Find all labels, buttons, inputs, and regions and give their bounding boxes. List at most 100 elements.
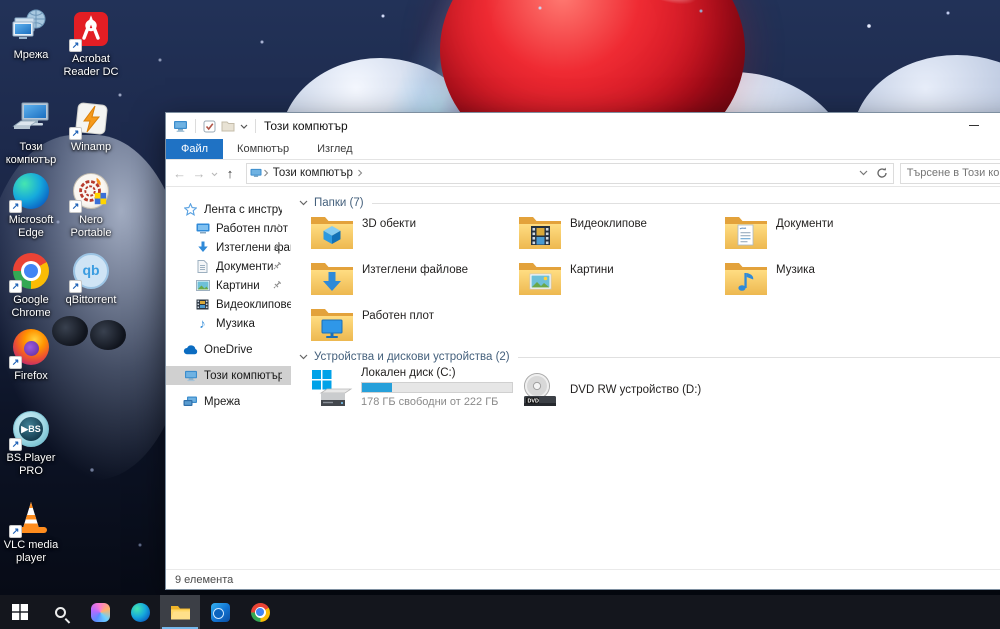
- folder-icon-pictures: [517, 259, 563, 301]
- desktop-icon-chrome[interactable]: ↗ Google Chrome: [0, 252, 62, 320]
- shortcut-arrow-icon: ↗: [9, 200, 22, 213]
- navigation-pane: Лента с инструменти Работен плот Изтегле…: [166, 187, 291, 569]
- search-box[interactable]: [899, 162, 1000, 184]
- desktop-icon-acrobat[interactable]: ↗ Acrobat Reader DC: [60, 10, 122, 79]
- shortcut-arrow-icon: ↗: [69, 39, 82, 52]
- collapse-chevron-icon[interactable]: [299, 200, 308, 206]
- sidebar-item-videos[interactable]: Видеоклипове: [166, 295, 291, 314]
- title-bar[interactable]: Този компютър: [166, 113, 1000, 139]
- desktop-icon-nero[interactable]: ↗ Nero Portable: [60, 172, 122, 240]
- breadcrumb-this-pc[interactable]: Този компютър: [269, 167, 357, 179]
- this-pc-icon: [250, 168, 262, 177]
- folder-tile-desktop[interactable]: Работен плот: [309, 305, 509, 347]
- sidebar-item-downloads[interactable]: Изтеглени файл: [166, 238, 291, 257]
- folder-tile-videos[interactable]: Видеоклипове: [517, 213, 717, 255]
- minimize-button[interactable]: [959, 113, 989, 138]
- desktop-icon-label: qBittorrent: [65, 294, 117, 306]
- drive-name: Локален диск (C:): [361, 367, 456, 379]
- this-pc-icon: [174, 120, 187, 132]
- search-icon: [54, 606, 66, 618]
- folder-tile-pictures[interactable]: Картини: [517, 259, 717, 301]
- taskbar: [0, 595, 1000, 629]
- ribbon-tabs: Файл Компютър Изглед: [166, 139, 1000, 160]
- folder-label: Документи: [776, 218, 834, 230]
- toolbar-separator: [195, 119, 196, 133]
- sidebar-item-quick-access[interactable]: Лента с инструменти: [166, 200, 291, 219]
- taskbar-search-button[interactable]: [40, 595, 80, 629]
- breadcrumb-chevron-icon[interactable]: [357, 169, 363, 177]
- desktop-icon-label: BS.Player PRO: [6, 452, 56, 477]
- sidebar-item-documents[interactable]: Документи: [166, 257, 291, 276]
- desktop-icon-vlc[interactable]: ↗ VLC media player: [0, 498, 62, 565]
- folder-icon-music: [723, 259, 769, 301]
- sidebar-item-label: Този компютър: [204, 369, 282, 382]
- desktop-folder-icon: [195, 221, 210, 236]
- group-header-label: Папки (7): [314, 197, 364, 209]
- tab-file[interactable]: Файл: [166, 139, 224, 159]
- folder-label: 3D обекти: [362, 218, 416, 230]
- collapse-chevron-icon[interactable]: [299, 354, 308, 360]
- address-bar[interactable]: Този компютър: [245, 162, 894, 184]
- group-header-devices[interactable]: Устройства и дискови устройства (2): [299, 351, 1000, 363]
- google-chrome-icon: ↗: [9, 253, 50, 293]
- pin-icon: [272, 242, 282, 255]
- downloads-icon: [195, 240, 210, 255]
- taskbar-file-explorer-button[interactable]: [160, 595, 200, 629]
- properties-checkbox-icon[interactable]: [203, 120, 216, 133]
- tab-view[interactable]: Изглед: [303, 139, 366, 159]
- tab-computer[interactable]: Компютър: [223, 139, 303, 159]
- refresh-icon[interactable]: [876, 167, 888, 179]
- forward-button[interactable]: →: [189, 166, 208, 181]
- sidebar-item-label: Документи: [216, 260, 274, 273]
- shortcut-arrow-icon: ↗: [69, 200, 82, 213]
- sidebar-item-network[interactable]: Мрежа: [166, 392, 291, 411]
- drive-tile-dvd-rw[interactable]: DVD DVD RW устройство (D:): [517, 371, 722, 418]
- taskbar-copilot-button[interactable]: [80, 595, 120, 629]
- sidebar-item-this-pc[interactable]: Този компютър: [166, 366, 291, 385]
- sidebar-item-label: Лента с инструменти: [204, 203, 282, 216]
- sidebar-item-label: Мрежа: [204, 395, 241, 408]
- search-input[interactable]: [900, 167, 1000, 179]
- up-button[interactable]: ↑: [220, 166, 239, 181]
- taskbar-edge-button[interactable]: [120, 595, 160, 629]
- shortcut-arrow-icon: ↗: [69, 280, 82, 293]
- sidebar-item-label: Видеоклипове: [216, 298, 291, 311]
- desktop-icon-label: Winamp: [70, 141, 112, 153]
- address-dropdown-chevron-icon[interactable]: [859, 170, 868, 176]
- maximize-button[interactable]: [989, 113, 1000, 138]
- taskbar-chrome-button[interactable]: [240, 595, 280, 629]
- folder-tile-downloads[interactable]: Изтеглени файлове: [309, 259, 509, 301]
- back-button[interactable]: ←: [170, 166, 189, 181]
- new-folder-icon[interactable]: [221, 120, 235, 132]
- folder-label: Изтеглени файлове: [362, 264, 468, 276]
- item-count: 9 елемента: [175, 573, 234, 586]
- file-explorer-icon: [170, 605, 190, 619]
- taskbar-outlook-button[interactable]: [200, 595, 240, 629]
- desktop-icon-this-pc[interactable]: Този компютър: [0, 100, 62, 167]
- folder-tile-music[interactable]: Музика: [723, 259, 923, 301]
- folder-tile-documents[interactable]: Документи: [723, 213, 923, 255]
- desktop-icon-winamp[interactable]: ↗ Winamp: [60, 100, 122, 154]
- this-pc-icon: [183, 368, 198, 383]
- desktop-icon-network[interactable]: Мрежа: [0, 8, 62, 62]
- start-button[interactable]: [0, 595, 40, 629]
- desktop-icon-qbittorrent[interactable]: qb ↗ qBittorrent: [60, 252, 122, 307]
- group-header-folders[interactable]: Папки (7): [299, 197, 1000, 209]
- sidebar-item-pictures[interactable]: Картини: [166, 276, 291, 295]
- quick-access-toolbar: [166, 119, 258, 133]
- desktop-icon-firefox[interactable]: ↗ Firefox: [0, 328, 62, 383]
- pin-icon: [272, 280, 282, 293]
- sidebar-item-label: Музика: [216, 317, 255, 330]
- window-title: Този компютър: [264, 119, 348, 133]
- customize-toolbar-chevron-icon[interactable]: [240, 124, 248, 129]
- desktop-icon-bsplayer[interactable]: ▶BS ↗ BS.Player PRO: [0, 410, 62, 478]
- network-icon: [183, 394, 198, 409]
- sidebar-item-desktop[interactable]: Работен плот: [166, 219, 291, 238]
- sidebar-item-music[interactable]: ♪ Музика: [166, 314, 291, 333]
- folder-label: Музика: [776, 264, 815, 276]
- desktop-icon-edge[interactable]: ↗ Microsoft Edge: [0, 172, 62, 240]
- folder-tile-3d-objects[interactable]: 3D обекти: [309, 213, 509, 255]
- sidebar-item-onedrive[interactable]: OneDrive: [166, 340, 291, 359]
- drive-tile-local-disk-c[interactable]: Локален диск (C:) 178 ГБ свободни от 222…: [309, 367, 514, 414]
- recent-locations-chevron-icon[interactable]: [209, 164, 221, 182]
